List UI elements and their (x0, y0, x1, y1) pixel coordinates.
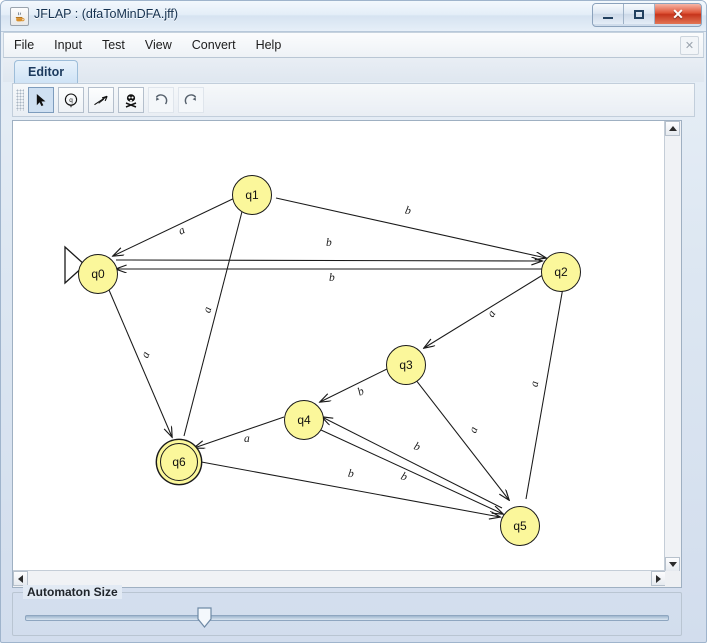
edge-q0-q6 (105, 282, 172, 437)
transition-label-q4-q6[interactable]: a (244, 433, 250, 445)
edge-q3-q4 (320, 367, 390, 402)
scrollbar-corner (665, 571, 681, 587)
state-q1-label: q1 (245, 188, 259, 202)
arrow-cursor-icon (36, 93, 45, 106)
tab-editor[interactable]: Editor (14, 60, 79, 83)
menu-bar: File Input Test View Convert Help ✕ (3, 32, 704, 58)
editor-canvas-area: q0 q1 q2 q3 q4 q5 q6 a b b b a a a b a a… (12, 120, 682, 588)
chevron-left-icon (18, 574, 23, 583)
transition-creator-tool[interactable] (88, 87, 114, 113)
attribute-editor-tool[interactable] (28, 87, 54, 113)
automaton-canvas[interactable]: q0 q1 q2 q3 q4 q5 q6 a b b b a a a b a a… (13, 121, 666, 572)
edge-q0-q2 (115, 260, 542, 261)
edge-q4-q6 (194, 416, 285, 448)
scroll-down-button[interactable] (665, 557, 680, 572)
menu-item-help[interactable]: Help (247, 35, 291, 55)
state-q2[interactable]: q2 (541, 252, 581, 292)
state-q6[interactable]: q6 (160, 443, 198, 481)
menu-item-convert[interactable]: Convert (183, 35, 245, 55)
redo-arrow-icon (184, 94, 197, 105)
automaton-size-slider[interactable] (25, 615, 669, 621)
maximize-button[interactable] (624, 4, 655, 24)
chevron-up-icon (668, 126, 677, 131)
state-q3-label: q3 (399, 358, 413, 372)
edge-q6-q1 (183, 200, 245, 437)
state-q4[interactable]: q4 (284, 400, 324, 440)
menu-item-input[interactable]: Input (45, 35, 91, 55)
maximize-icon (634, 9, 644, 19)
transition-label-q2-q0[interactable]: b (329, 272, 335, 284)
edge-q5-q2 (525, 276, 565, 500)
vertical-scrollbar[interactable] (664, 121, 681, 572)
window-title: JFLAP : (dfaToMinDFA.jff) (34, 7, 179, 21)
edge-q2-q3 (424, 272, 547, 348)
state-circle-icon: q (64, 93, 78, 108)
window-controls: ✕ (592, 3, 702, 27)
jflap-window: JFLAP : (dfaToMinDFA.jff) ✕ File Input T… (0, 0, 707, 643)
close-icon: ✕ (672, 6, 684, 22)
automaton-graph (105, 194, 666, 572)
state-q2-label: q2 (554, 265, 568, 279)
state-q3[interactable]: q3 (386, 345, 426, 385)
state-q1[interactable]: q1 (232, 175, 272, 215)
scroll-up-button[interactable] (665, 121, 680, 136)
slider-thumb[interactable] (197, 607, 212, 628)
undo-arrow-icon (155, 94, 168, 105)
title-bar: JFLAP : (dfaToMinDFA.jff) ✕ (1, 1, 706, 32)
state-q5[interactable]: q5 (500, 506, 540, 546)
scroll-left-button[interactable] (13, 571, 28, 586)
transition-arrow-icon (93, 95, 108, 105)
scroll-right-button[interactable] (651, 571, 666, 586)
svg-text:q: q (69, 97, 73, 104)
minimize-button[interactable] (593, 4, 624, 24)
java-coffee-cup-icon (10, 7, 29, 26)
tab-bar: Editor (3, 58, 704, 83)
state-q6-label: q6 (172, 455, 186, 469)
editor-toolbar: q (12, 83, 695, 117)
automaton-size-label: Automaton Size (23, 585, 122, 599)
tab-editor-label: Editor (28, 65, 65, 79)
state-q4-label: q4 (297, 413, 311, 427)
state-q0[interactable]: q0 (78, 254, 118, 294)
close-tab-icon[interactable]: ✕ (680, 36, 699, 55)
minimize-icon (603, 16, 613, 19)
transition-label-q0-q2[interactable]: b (326, 237, 332, 249)
redo-button[interactable] (178, 87, 204, 113)
automaton-size-panel: Automaton Size (12, 585, 682, 636)
toolbar-drag-handle[interactable] (16, 89, 24, 111)
menu-item-view[interactable]: View (136, 35, 181, 55)
edge-q3-q5 (411, 374, 509, 500)
state-q0-label: q0 (91, 267, 105, 281)
skull-delete-icon (125, 94, 137, 108)
deleter-tool[interactable] (118, 87, 144, 113)
undo-button[interactable] (148, 87, 174, 113)
state-creator-tool[interactable]: q (58, 87, 84, 113)
close-button[interactable]: ✕ (655, 4, 701, 24)
menu-item-test[interactable]: Test (93, 35, 134, 55)
chevron-right-icon (656, 574, 661, 583)
menu-item-file[interactable]: File (5, 35, 43, 55)
state-q5-label: q5 (513, 519, 527, 533)
chevron-down-icon (668, 562, 677, 567)
